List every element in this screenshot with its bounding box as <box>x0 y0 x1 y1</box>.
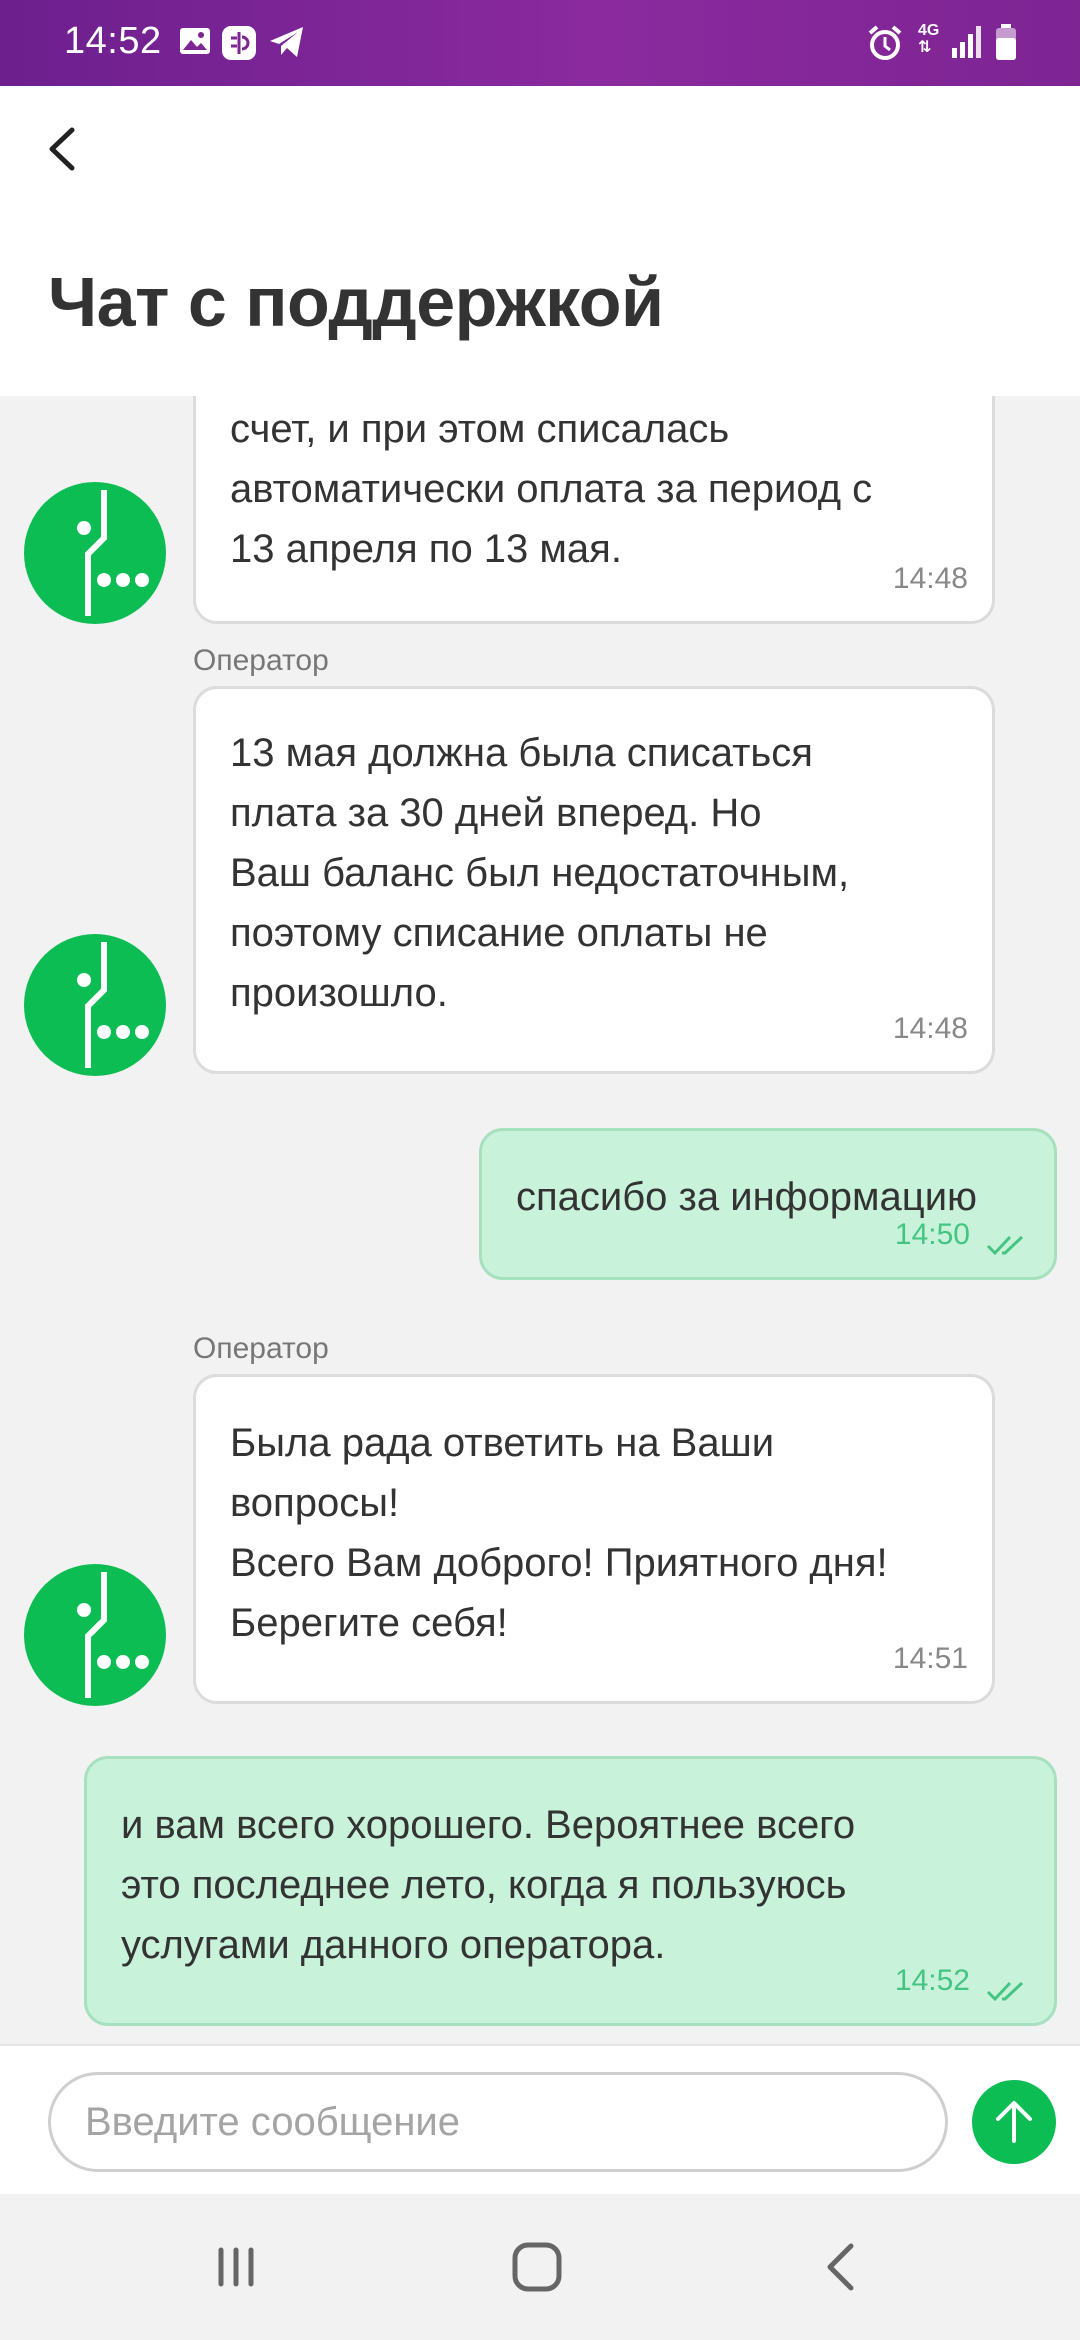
page-title: Чат с поддержкой <box>48 263 664 341</box>
operator-avatar <box>24 1564 166 1706</box>
network-4g-icon: 4G ⇅ <box>918 22 940 56</box>
arrow-up-icon <box>996 2101 1032 2143</box>
status-bar: 14:52 4G ⇅ <box>0 0 1080 86</box>
header: Чат с поддержкой <box>0 86 1080 396</box>
signal-icon <box>952 26 981 58</box>
message-text: счет, и при этом списалась автоматически… <box>230 407 873 571</box>
recent-apps-icon[interactable] <box>201 2232 271 2302</box>
user-message: и вам всего хорошего. Вероятнее всего эт… <box>84 1756 1057 2026</box>
battery-icon <box>996 24 1016 60</box>
telegram-icon <box>270 27 303 57</box>
back-arrow-icon[interactable] <box>36 122 90 176</box>
message-time: 14:51 <box>892 1642 968 1675</box>
operator-message: Была рада ответить на Ваши вопросы! Всег… <box>193 1374 995 1704</box>
system-navigation-bar <box>0 2194 1080 2340</box>
messenger-app-icon <box>222 26 256 60</box>
home-icon[interactable] <box>502 2232 572 2302</box>
message-text: 13 мая должна была списаться плата за 30… <box>230 731 850 1015</box>
network-label: 4G <box>918 22 940 39</box>
user-message: спасибо за информацию 14:50 <box>479 1128 1057 1280</box>
send-button[interactable] <box>972 2080 1056 2164</box>
sender-name: Оператор <box>193 1332 329 1365</box>
status-time: 14:52 <box>64 20 162 62</box>
double-check-icon <box>986 1981 1024 2002</box>
message-time: 14:52 <box>894 1964 970 1997</box>
double-check-icon <box>986 1235 1024 1256</box>
message-time: 14:50 <box>894 1218 970 1251</box>
message-input[interactable] <box>48 2072 948 2172</box>
alarm-icon <box>868 25 902 60</box>
message-composer <box>0 2044 1080 2194</box>
message-time: 14:48 <box>892 1012 968 1045</box>
operator-avatar <box>24 934 166 1076</box>
operator-message: счет, и при этом списалась автоматически… <box>193 396 995 624</box>
message-time: 14:48 <box>892 562 968 595</box>
operator-avatar <box>24 482 166 624</box>
image-icon <box>180 28 210 54</box>
sender-name: Оператор <box>193 644 329 677</box>
back-icon[interactable] <box>806 2232 876 2302</box>
message-text: и вам всего хорошего. Вероятнее всего эт… <box>121 1803 856 1967</box>
message-text: Была рада ответить на Ваши вопросы! Всег… <box>230 1421 888 1645</box>
chat-messages[interactable]: счет, и при этом списалась автоматически… <box>0 396 1080 2044</box>
operator-message: 13 мая должна была списаться плата за 30… <box>193 686 995 1074</box>
